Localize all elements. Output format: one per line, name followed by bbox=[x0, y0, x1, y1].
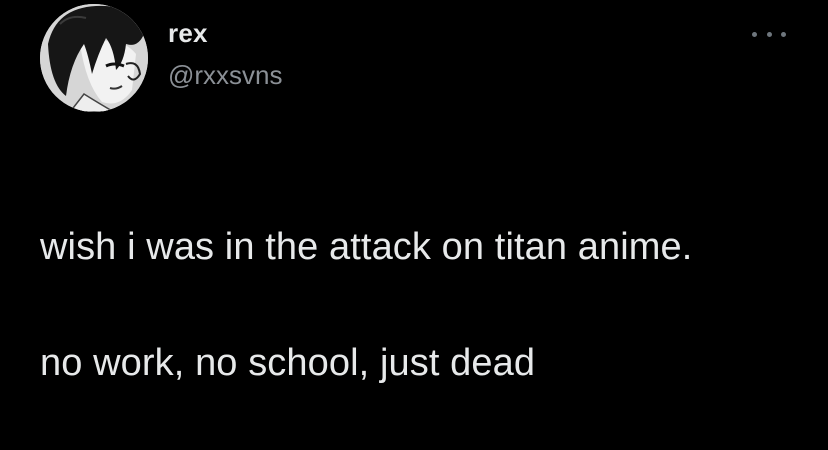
anime-character-avatar-icon bbox=[40, 4, 148, 112]
tweet-text-line: wish i was in the attack on titan anime. bbox=[40, 226, 693, 268]
tweet-text-line: no work, no school, just dead bbox=[40, 342, 536, 384]
more-options-button[interactable] bbox=[752, 22, 786, 46]
tweet-card: rex @rxxsvns wish i was in the attack on… bbox=[0, 0, 828, 384]
more-horizontal-icon bbox=[752, 31, 757, 37]
more-horizontal-icon-dot bbox=[766, 31, 772, 37]
tweet-text: wish i was in the attack on titan anime.… bbox=[40, 160, 820, 450]
more-horizontal-icon-dot bbox=[781, 31, 786, 37]
display-name[interactable]: rex bbox=[168, 18, 208, 49]
user-handle[interactable]: @rxxsvns bbox=[168, 60, 283, 91]
avatar[interactable] bbox=[40, 4, 148, 112]
